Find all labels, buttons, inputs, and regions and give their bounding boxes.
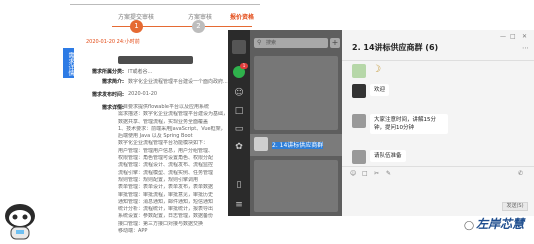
desc-line: 统计分析：流程统计，审批统计，报表导出: [118, 206, 214, 213]
desc-line: 表单管理：表单设计，表单发布，表单数据: [118, 184, 214, 191]
step-dot-1: 1: [130, 20, 143, 33]
desc-line: 项目要求提供flowable平台以及应用系统: [118, 104, 210, 110]
moments-icon[interactable]: ✿: [233, 142, 245, 152]
field-value-category: IT或者谷...: [128, 69, 153, 75]
unread-badge: 1: [240, 63, 248, 69]
emoji-icon[interactable]: ☺: [350, 170, 356, 177]
scissors-icon[interactable]: ✂: [374, 170, 379, 177]
member-avatar[interactable]: [352, 84, 366, 98]
search-placeholder: 搜索: [266, 40, 277, 46]
desc-line: 移动端：APP: [118, 228, 148, 235]
menu-icon[interactable]: ≡: [233, 200, 245, 210]
call-icon[interactable]: ✆: [518, 170, 523, 177]
phone-icon[interactable]: ▯: [233, 180, 245, 190]
message-bubble: 请队伍准备: [370, 150, 406, 162]
member-avatar[interactable]: [352, 114, 366, 128]
close-button[interactable]: ✕: [522, 33, 527, 40]
date-stamp: 2020-01-20 24:小时前: [86, 39, 140, 45]
chat-title: 2. 14讲标供应商群 (6): [352, 43, 439, 52]
message-bubble: 大家注意时间，讲解15分钟，提问10分钟: [370, 114, 448, 134]
more-icon[interactable]: ⋯: [522, 44, 529, 52]
detail-description: 项目要求提供flowable平台以及应用系统 需求描述：数字化企业流程管理平台建…: [118, 104, 236, 235]
watermark: ◯ 左岸芯慧: [464, 217, 525, 231]
field-value-summary: 数字化企业流程管理平台建设一个面向政府...: [128, 79, 228, 85]
redacted-title: [118, 56, 193, 64]
desc-line: 后端使用 Java 以及 Spring Boot: [118, 133, 193, 140]
list-item-active[interactable]: 2. 14讲标供应商群: [250, 134, 342, 156]
message-bubble: 欢迎: [370, 84, 390, 96]
desc-line: 用户管理：管理用户信息，用户分组管理、: [118, 147, 214, 154]
app-sidebar: 1 ☺ □ ▭ ✿ ▯ ≡: [228, 30, 250, 216]
desc-line: 流程管理：流程设计、流程发布、流程监控: [118, 162, 214, 169]
step-dot-2: 2: [192, 20, 205, 33]
group-avatar: [254, 137, 268, 151]
member-avatar[interactable]: [352, 64, 366, 78]
user-avatar[interactable]: [232, 40, 246, 54]
chat-window: — □ ✕ 2. 14讲标供应商群 (6) ⋯ ☽ 欢迎 大家注意时间，讲解15…: [342, 30, 534, 216]
wechat-logo-icon: ◯: [464, 221, 475, 231]
favorites-icon[interactable]: □: [233, 106, 245, 116]
add-button[interactable]: +: [330, 38, 340, 48]
chat-bubble-icon[interactable]: ✎: [386, 170, 391, 177]
sticker-emoji: ☽: [372, 64, 381, 75]
active-chat-name: 2. 14讲标供应商群: [272, 142, 324, 149]
search-icon: ⚲: [257, 39, 262, 46]
desc-line: 数字化企业流程管理平台功能模块如下：: [118, 140, 209, 147]
desc-line: 1、技术要求：前端采用JavaScript、Vue框架，: [118, 125, 226, 132]
desc-line: 需求描述：数字化企业流程管理平台建设为基础，: [118, 111, 229, 118]
step-label-3: 报价资格: [230, 14, 255, 21]
search-input[interactable]: ⚲ 搜索: [254, 38, 328, 48]
top-border: [70, 0, 260, 5]
desc-line: 通知管理：消息通知，邮件通知，短信通知: [118, 198, 214, 205]
maximize-button[interactable]: □: [510, 33, 516, 40]
field-label-summary: 需求简介:: [102, 79, 124, 85]
minimize-button[interactable]: —: [500, 33, 506, 40]
list-item[interactable]: [254, 56, 338, 130]
field-value-date: 2020-01-20: [128, 91, 158, 97]
member-avatar[interactable]: [352, 150, 366, 164]
desc-line: 权限管理：角色管理可设置角色、权限分配: [118, 155, 214, 162]
desc-line: 审批管理：审批流程，审批意见，审批历史: [118, 191, 214, 198]
desc-line: 数据共享、管理流程，实现业务全面覆盖: [118, 118, 209, 125]
desc-line: 流程引擎：流程模型、流程实例、任务管理: [118, 169, 214, 176]
send-button[interactable]: 发送(S): [502, 202, 528, 211]
contacts-icon[interactable]: ☺: [233, 88, 245, 98]
side-tab[interactable]: 需求详情: [63, 48, 74, 78]
folder-icon[interactable]: □: [362, 170, 368, 177]
desc-line: 接口管理：第三方接口对接与数据交换: [118, 220, 204, 227]
desc-line: 系统设置：参数配置，日志管理，数据备份: [118, 213, 214, 220]
chat-list: ⚲ 搜索 + 2. 14讲标供应商群: [250, 30, 342, 216]
divider: [342, 60, 534, 61]
desc-line: 规则管理：规则配置，规则引擎调用: [118, 176, 199, 183]
input-divider: [342, 166, 534, 167]
field-label-date: 需求发布时间:: [91, 92, 124, 98]
list-item[interactable]: [254, 160, 338, 212]
field-label-category: 需求所属分类:: [91, 69, 124, 75]
robot-mascot: [5, 204, 35, 240]
files-icon[interactable]: ▭: [233, 124, 245, 134]
